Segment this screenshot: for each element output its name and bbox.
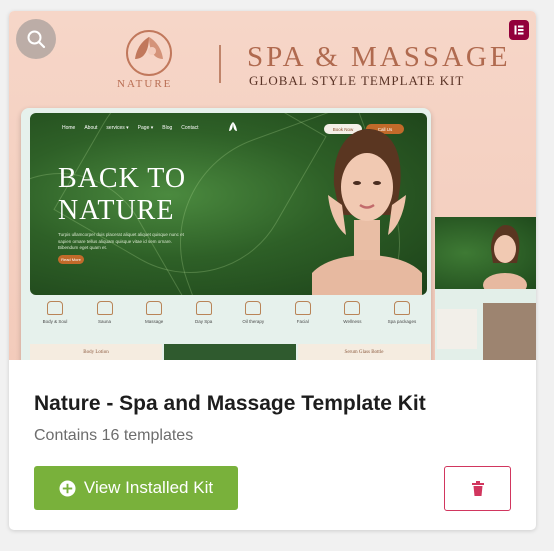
plus-circle-icon (59, 479, 76, 497)
sauna-icon (96, 301, 113, 315)
search-icon (27, 30, 46, 49)
secondary-mockup (435, 217, 536, 360)
model-portrait-image (312, 129, 422, 295)
header-divider (219, 45, 221, 83)
mockup-nav-item: services ▾ (106, 125, 129, 131)
elementor-icon (514, 25, 524, 35)
facial-icon (294, 301, 311, 315)
delete-kit-button[interactable] (444, 466, 511, 511)
mockup-hero-title: BACK TO NATURE (58, 163, 187, 226)
mockup-read-more-button: Read More (58, 255, 84, 264)
category-item: Massage (133, 301, 175, 324)
diffuser-image (483, 303, 536, 360)
preview-title: SPA & MASSAGE (247, 41, 511, 73)
mockup-nav-item: Contact (181, 125, 199, 131)
mockup-nav-item: Blog (162, 125, 173, 131)
mockup-nav-item: Home (62, 125, 76, 131)
mockup-products: Body Lotion Serum Glass Bottle (30, 344, 430, 360)
zoom-button[interactable] (16, 19, 56, 59)
package-icon (393, 301, 410, 315)
category-item: Wellness (331, 301, 373, 324)
kit-template-count: Contains 16 templates (34, 427, 194, 444)
category-item: Sauna (84, 301, 126, 324)
website-mockup: Home About services ▾ Page ▾ Blog Contac… (21, 108, 431, 360)
model-portrait-image (483, 225, 527, 289)
mockup-nav-item: Page ▾ (137, 125, 154, 131)
product-card: Body Lotion (30, 344, 162, 360)
category-item: Oil therapy (232, 301, 274, 324)
kit-title: Nature - Spa and Massage Template Kit (34, 392, 426, 415)
category-item: Spa packages (381, 301, 423, 324)
category-item: Facial (282, 301, 324, 324)
kit-preview-image[interactable]: NATURE SPA & MASSAGE GLOBAL STYLE TEMPLA… (9, 11, 536, 360)
category-item: Day Spa (183, 301, 225, 324)
product-card: Serum Glass Bottle (298, 344, 430, 360)
secondary-panel (437, 309, 477, 349)
logo-wordmark: NATURE (117, 78, 173, 90)
trash-icon (471, 481, 484, 496)
elementor-badge (509, 20, 529, 40)
category-item: Body & Soul (34, 301, 76, 324)
lotus-icon (47, 301, 63, 315)
mockup-hero: Home About services ▾ Page ▾ Blog Contac… (30, 113, 427, 295)
mockup-nav-item: About (84, 125, 98, 131)
mockup-categories: Body & Soul Sauna Massage Day Spa Oil th… (30, 301, 427, 324)
wellness-icon (344, 301, 361, 315)
day-spa-icon (195, 301, 212, 315)
view-installed-kit-label: View Installed Kit (83, 478, 214, 497)
product-card (164, 344, 296, 360)
preview-subtitle: GLOBAL STYLE TEMPLATE KIT (249, 73, 465, 88)
oil-icon (245, 301, 262, 315)
mockup-logo-icon (229, 122, 237, 131)
massage-icon (146, 301, 163, 315)
mockup-hero-text: Turpis ullamcorper duis placerat aliquet… (58, 232, 184, 250)
mockup-nav: Home About services ▾ Page ▾ Blog Contac… (62, 125, 199, 131)
view-installed-kit-button[interactable]: View Installed Kit (34, 466, 238, 510)
template-kit-card: NATURE SPA & MASSAGE GLOBAL STYLE TEMPLA… (9, 11, 536, 530)
